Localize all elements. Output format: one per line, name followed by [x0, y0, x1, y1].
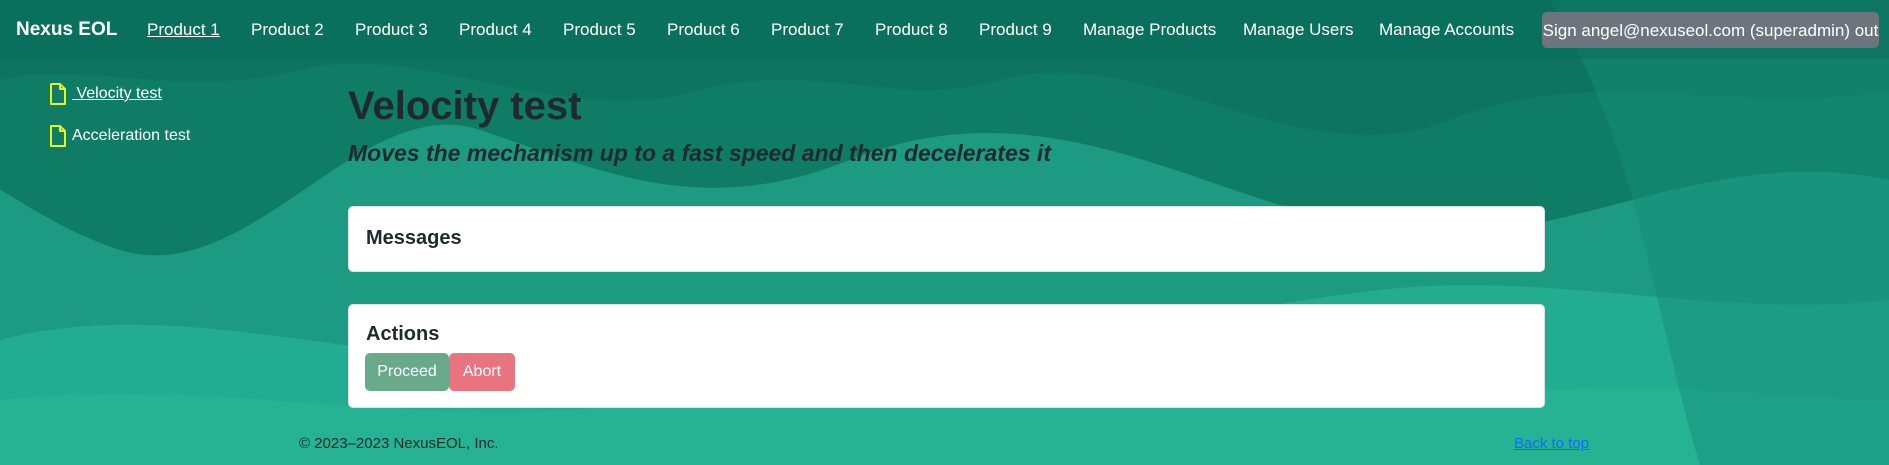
- nav-product-1[interactable]: Product 1: [147, 0, 220, 58]
- abort-button[interactable]: Abort: [449, 353, 515, 391]
- nav-product-7[interactable]: Product 7: [771, 0, 844, 58]
- proceed-button[interactable]: Proceed: [365, 353, 449, 391]
- page-subtitle: Moves the mechanism up to a fast speed a…: [348, 140, 1051, 166]
- footer-copyright: © 2023–2023 NexusEOL, Inc.: [299, 435, 499, 452]
- page-title: Velocity test: [348, 84, 582, 128]
- back-to-top-link[interactable]: Back to top: [1514, 435, 1589, 452]
- top-navbar: Nexus EOL Product 1 Product 2 Product 3 …: [0, 0, 1889, 58]
- nav-product-9[interactable]: Product 9: [979, 0, 1052, 58]
- nav-product-8[interactable]: Product 8: [875, 0, 948, 58]
- actions-card: Actions Proceed Abort: [348, 304, 1545, 408]
- sidebar-item-velocity-test[interactable]: Velocity test: [48, 82, 162, 106]
- brand-logo[interactable]: Nexus EOL: [16, 0, 117, 58]
- nav-manage-products[interactable]: Manage Products: [1083, 0, 1216, 58]
- file-icon: [50, 125, 66, 147]
- file-icon: [50, 83, 66, 105]
- actions-card-title: Actions: [366, 323, 440, 345]
- messages-card: Messages: [348, 206, 1545, 272]
- nav-product-2[interactable]: Product 2: [251, 0, 324, 58]
- nav-manage-users[interactable]: Manage Users: [1243, 0, 1354, 58]
- sidebar-item-acceleration-test[interactable]: Acceleration test: [48, 124, 190, 148]
- sidebar-item-label: Acceleration test: [72, 127, 191, 144]
- sign-out-button[interactable]: Sign angel@nexuseol.com (superadmin) out: [1542, 12, 1879, 48]
- messages-card-title: Messages: [366, 227, 462, 249]
- nav-product-6[interactable]: Product 6: [667, 0, 740, 58]
- sidebar-item-label: Velocity test: [72, 85, 162, 102]
- nav-manage-accounts[interactable]: Manage Accounts: [1379, 0, 1514, 58]
- nav-product-4[interactable]: Product 4: [459, 0, 532, 58]
- nav-product-3[interactable]: Product 3: [355, 0, 428, 58]
- nav-product-5[interactable]: Product 5: [563, 0, 636, 58]
